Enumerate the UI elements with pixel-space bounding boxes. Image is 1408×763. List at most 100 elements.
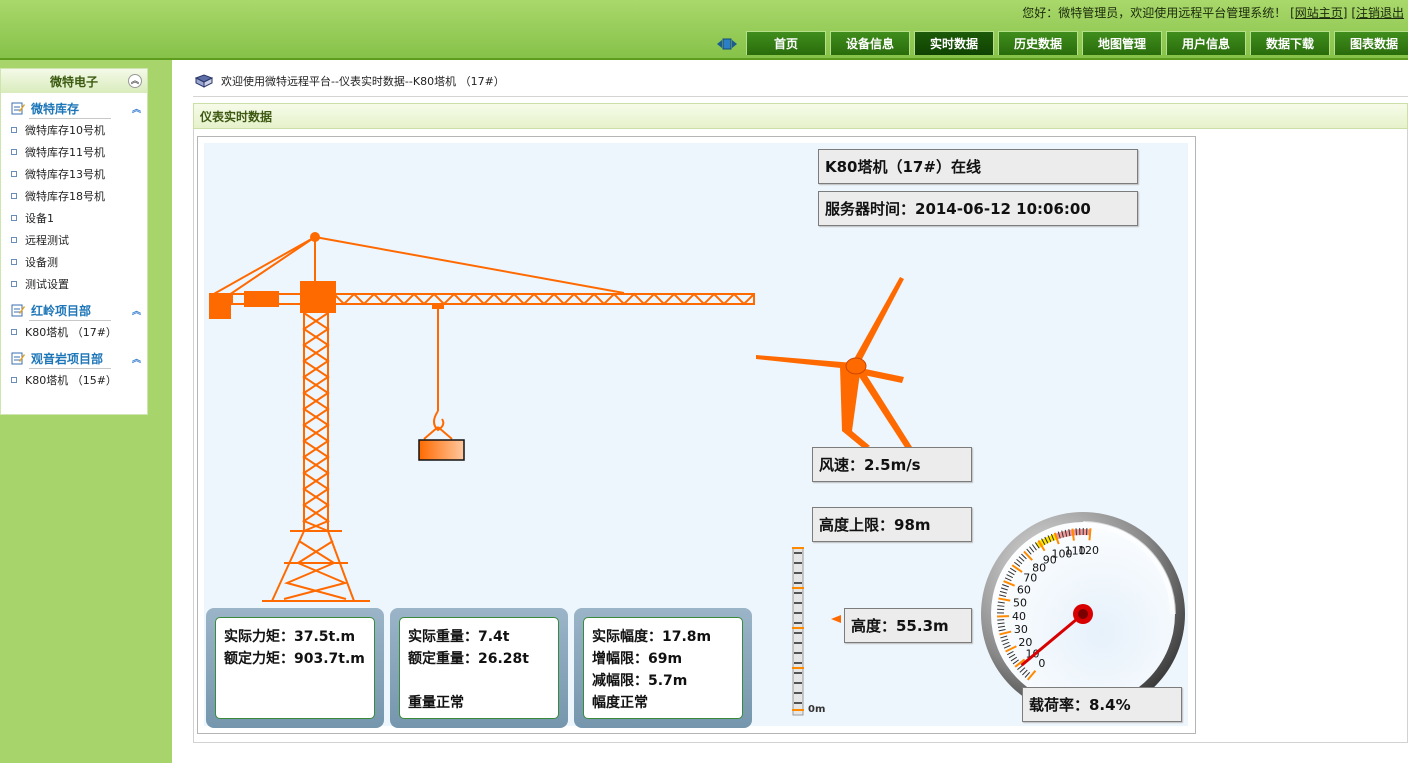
bullet-icon — [11, 149, 17, 155]
edit-note-icon — [11, 102, 25, 115]
tab-chart-data[interactable]: 图表数据 — [1334, 31, 1408, 55]
server-time-box: 服务器时间：2014-06-12 10:06:00 — [818, 191, 1138, 226]
sidebar-group-stock[interactable]: 微特库存 ︽ — [1, 97, 147, 119]
wind-turbine-icon — [756, 277, 912, 449]
sidebar-item-label: K80塔机 （15#） — [25, 374, 117, 387]
bullet-icon — [11, 259, 17, 265]
gauge-tick — [1088, 528, 1092, 541]
welcome-bar: 您好：微特管理员，欢迎使用远程平台管理系统！ [网站主页] [注销退出 — [1022, 4, 1404, 21]
crane-status-box: K80塔机（17#）在线 — [818, 149, 1138, 184]
rated-moment: 额定力矩：903.7t.m — [224, 651, 365, 667]
tab-home[interactable]: 首页 — [746, 31, 826, 55]
bullet-icon — [11, 171, 17, 177]
edit-note-icon — [11, 304, 25, 317]
sidebar-item[interactable]: K80塔机 （15#） — [1, 369, 147, 391]
load-rate-box: 载荷率：8.4% — [1022, 687, 1182, 722]
sidebar-item[interactable]: 设备测 — [1, 251, 147, 273]
tower-crane-illustration — [209, 232, 755, 602]
sidebar-item[interactable]: 测试设置 — [1, 273, 147, 295]
sidebar: 微特电子 ︽ 微特库存 ︽ 微特库存10号机 微特库存11号机 微特库存13号机… — [0, 68, 148, 415]
sidebar-item-label: 微特库存13号机 — [25, 168, 105, 181]
sidebar-group-hongling[interactable]: 红岭项目部 ︽ — [1, 299, 147, 321]
home-link[interactable]: [网站主页] — [1290, 6, 1347, 20]
sidebar-item[interactable]: 远程测试 — [1, 229, 147, 251]
logout-link[interactable]: [注销退出 — [1351, 6, 1404, 20]
welcome-text: 您好：微特管理员，欢迎使用远程平台管理系统！ — [1022, 6, 1287, 20]
height-scale — [792, 547, 804, 716]
tab-map-management[interactable]: 地图管理 — [1082, 31, 1162, 55]
sidebar-item-label: 微特库存10号机 — [25, 124, 105, 137]
gauge-tick-label: 120 — [1078, 544, 1099, 557]
sidebar-item-label: 微特库存11号机 — [25, 146, 105, 159]
sidebar-item-label: K80塔机 （17#） — [25, 326, 117, 339]
weight-card: 实际重量：7.4t 额定重量：26.28t 重量正常 — [390, 608, 568, 728]
actual-range: 实际幅度：17.8m — [592, 629, 712, 645]
decrease-limit: 减幅限：5.7m — [592, 673, 688, 689]
height-zero-label: 0m — [808, 704, 826, 715]
bullet-icon — [11, 329, 17, 335]
gauge-tick — [997, 605, 1005, 607]
bullet-icon — [11, 237, 17, 243]
bullet-icon — [11, 281, 17, 287]
divider — [193, 96, 1408, 97]
actual-moment: 实际力矩：37.5t.m — [224, 629, 356, 645]
gauge-tick-label: 20 — [1018, 636, 1032, 649]
top-bar: 您好：微特管理员，欢迎使用远程平台管理系统！ [网站主页] [注销退出 首页 设… — [0, 0, 1408, 60]
book-icon — [195, 74, 213, 88]
sidebar-item[interactable]: K80塔机 （17#） — [1, 321, 147, 343]
collapse-icon[interactable]: ︽ — [128, 74, 142, 88]
tab-device-info[interactable]: 设备信息 — [830, 31, 910, 55]
sidebar-group-label: 红岭项目部 — [31, 303, 92, 318]
edit-note-icon — [11, 352, 25, 365]
nav-toggle-icon[interactable] — [712, 31, 742, 56]
moment-card: 实际力矩：37.5t.m 额定力矩：903.7t.m — [206, 608, 384, 728]
range-state: 幅度正常 — [592, 695, 648, 711]
height-pointer-icon — [831, 614, 841, 623]
height-box: 高度：55.3m — [844, 608, 972, 643]
gauge-tick-label: 40 — [1012, 610, 1026, 623]
sidebar-item[interactable]: 微特库存18号机 — [1, 185, 147, 207]
panel-header: 仪表实时数据 — [193, 103, 1408, 129]
panel-title: 仪表实时数据 — [200, 109, 273, 124]
tab-realtime-data[interactable]: 实时数据 — [914, 31, 994, 55]
tab-data-download[interactable]: 数据下载 — [1250, 31, 1330, 55]
sidebar-header: 微特电子 ︽ — [1, 69, 147, 93]
sidebar-item[interactable]: 微特库存13号机 — [1, 163, 147, 185]
sidebar-group-label: 观音岩项目部 — [31, 351, 104, 366]
increase-limit: 增幅限：69m — [592, 651, 683, 667]
range-card: 实际幅度：17.8m 增幅限：69m 减幅限：5.7m 幅度正常 — [574, 608, 752, 728]
tab-history-data[interactable]: 历史数据 — [998, 31, 1078, 55]
actual-weight: 实际重量：7.4t — [408, 629, 510, 645]
sidebar-item[interactable]: 设备1 — [1, 207, 147, 229]
gauge-tick — [1075, 528, 1078, 536]
sidebar-item-label: 测试设置 — [25, 278, 69, 291]
sidebar-item-label: 微特库存18号机 — [25, 190, 105, 203]
gauge-tick-label: 50 — [1013, 596, 1027, 609]
height-limit-box: 高度上限：98m — [812, 507, 972, 542]
chevron-up-icon: ︽ — [131, 104, 141, 115]
breadcrumb-text: 欢迎使用微特远程平台--仪表实时数据--K80塔机 （17#） — [221, 75, 505, 88]
sidebar-title: 微特电子 — [49, 74, 98, 89]
weight-state: 重量正常 — [408, 695, 464, 711]
wind-speed-box: 风速：2.5m/s — [812, 447, 972, 482]
bullet-icon — [11, 127, 17, 133]
sidebar-item-label: 远程测试 — [25, 234, 69, 247]
gauge-tick-label: 60 — [1017, 584, 1031, 597]
sidebar-item-label: 设备1 — [25, 212, 54, 225]
monitor-stage: 0m 0 10 20 30 40 50 60 70 80 90 100 110 120 K80塔机（17… — [204, 143, 1188, 728]
chevron-up-icon: ︽ — [131, 354, 141, 365]
sidebar-item-label: 设备测 — [25, 256, 58, 269]
gauge-tick-label: 30 — [1014, 623, 1028, 636]
bullet-icon — [11, 215, 17, 221]
breadcrumb: 欢迎使用微特远程平台--仪表实时数据--K80塔机 （17#） — [195, 73, 505, 89]
tab-user-info[interactable]: 用户信息 — [1166, 31, 1246, 55]
sidebar-item[interactable]: 微特库存11号机 — [1, 141, 147, 163]
sidebar-group-guanyinyan[interactable]: 观音岩项目部 ︽ — [1, 347, 147, 369]
bullet-icon — [11, 377, 17, 383]
left-pane: 微特电子 ︽ 微特库存 ︽ 微特库存10号机 微特库存11号机 微特库存13号机… — [0, 60, 172, 763]
chevron-up-icon: ︽ — [131, 306, 141, 317]
rated-weight: 额定重量：26.28t — [408, 651, 529, 667]
bullet-icon — [11, 193, 17, 199]
sidebar-item[interactable]: 微特库存10号机 — [1, 119, 147, 141]
main-nav: 首页 设备信息 实时数据 历史数据 地图管理 用户信息 数据下载 图表数据 — [712, 31, 1408, 56]
